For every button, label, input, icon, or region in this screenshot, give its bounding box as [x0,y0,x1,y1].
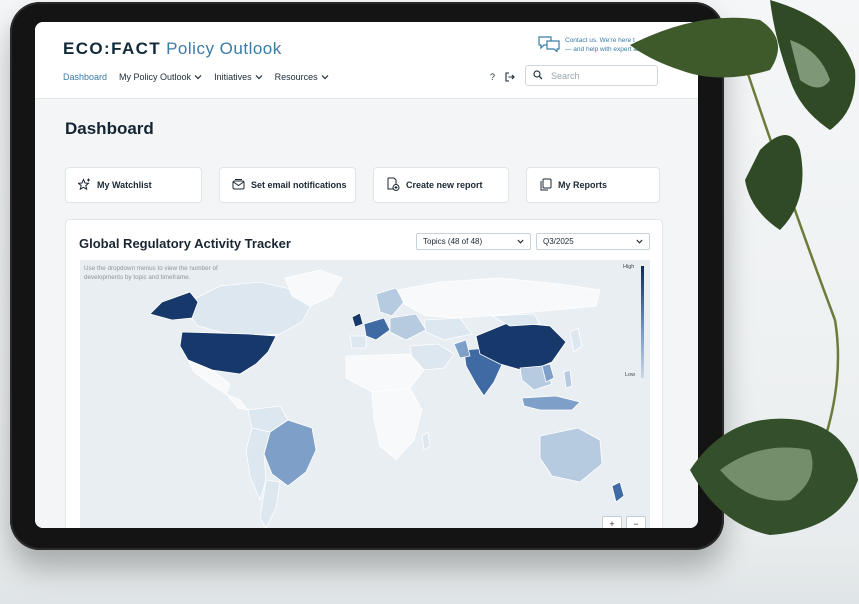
western-europe[interactable] [363,317,391,341]
topics-dropdown[interactable]: Topics (48 of 48) [416,233,531,250]
page-title: Dashboard [65,119,154,138]
star-plus-icon [77,177,91,193]
world-map[interactable]: Use the dropdown menus to view the numbe… [80,260,650,528]
north-africa[interactable] [345,353,425,393]
contact-link[interactable]: Contact us. We're here t — and help with… [538,36,641,57]
contact-line-1: Contact us. We're here t [565,37,635,44]
madagascar[interactable] [421,431,431,451]
nav-my-policy-outlook-label: My Policy Outlook [119,72,192,82]
tablet-device: ECO:FACT Policy Outlook Contact us. We're… [10,2,724,550]
chevron-down-icon [194,72,202,82]
chevron-down-icon [517,237,524,246]
period-dropdown-value: Q3/2025 [543,237,574,246]
japan-korea[interactable] [569,327,583,353]
map-hint: Use the dropdown menus to view the numbe… [84,265,218,281]
period-dropdown[interactable]: Q3/2025 [536,233,650,250]
search-icon [533,67,543,85]
legend-high-label: High [623,264,635,270]
nav-initiatives-label: Initiatives [214,72,252,82]
create-report-label: Create new report [406,180,483,190]
logout-icon[interactable] [505,72,515,84]
zoom-in-button[interactable]: + [602,516,622,528]
main-nav: Dashboard My Policy Outlook Initiatives … [63,72,329,82]
logo-product: Policy Outlook [166,39,282,58]
top-header: ECO:FACT Policy Outlook Contact us. We're… [35,22,698,99]
central-america[interactable] [225,393,249,411]
search-input[interactable] [549,69,653,82]
contact-line-2: — and help with expert ad [565,46,641,53]
pakistan[interactable] [453,339,471,359]
nav-resources-label: Resources [274,72,318,82]
zoom-out-button[interactable]: − [626,516,646,528]
search-box[interactable] [525,65,658,86]
nav-initiatives[interactable]: Initiatives [214,72,263,82]
uk[interactable] [351,312,364,328]
main-content: Dashboard My Watchlist Set email notific… [35,99,698,528]
eastern-europe[interactable] [389,313,427,341]
envelope-icon [232,178,245,193]
australia[interactable] [539,427,603,483]
reports-stack-icon [539,178,552,193]
header-icons: ? [490,72,515,84]
legend-low-label: Low [625,372,636,378]
my-watchlist-button[interactable]: My Watchlist [65,167,202,203]
africa-south[interactable] [371,387,423,461]
nav-resources[interactable]: Resources [275,72,329,82]
create-report-button[interactable]: Create new report [373,167,509,203]
logo[interactable]: ECO:FACT Policy Outlook [63,39,282,59]
central-asia[interactable] [423,317,473,341]
chat-bubbles-icon [538,36,560,57]
chevron-down-icon [321,72,329,82]
nav-my-policy-outlook[interactable]: My Policy Outlook [119,72,202,82]
world-map-svg [149,269,625,528]
my-reports-label: My Reports [558,180,608,190]
nav-dashboard[interactable]: Dashboard [63,72,107,82]
help-icon[interactable]: ? [490,72,495,84]
email-notifications-button[interactable]: Set email notifications [219,167,356,203]
mongolia[interactable] [490,313,541,327]
russia[interactable] [397,277,601,319]
regulatory-tracker-card: Global Regulatory Activity Tracker Topic… [65,219,663,528]
my-reports-button[interactable]: My Reports [526,167,660,203]
app-screen: ECO:FACT Policy Outlook Contact us. We're… [35,22,698,528]
indonesia[interactable] [521,395,581,411]
legend-gradient [641,266,644,378]
iberia[interactable] [349,335,367,349]
new-zealand[interactable] [611,481,625,503]
nav-dashboard-label: Dashboard [63,72,108,82]
logo-brand: ECO:FACT [63,39,162,58]
chevron-down-icon [255,72,263,82]
chevron-down-icon [636,237,643,246]
my-watchlist-label: My Watchlist [97,180,152,190]
alaska[interactable] [149,291,199,321]
document-plus-icon [386,177,400,193]
topics-dropdown-value: Topics (48 of 48) [423,237,483,246]
tracker-title: Global Regulatory Activity Tracker [79,236,291,251]
email-notifications-label: Set email notifications [251,180,347,190]
philippines[interactable] [563,369,573,389]
